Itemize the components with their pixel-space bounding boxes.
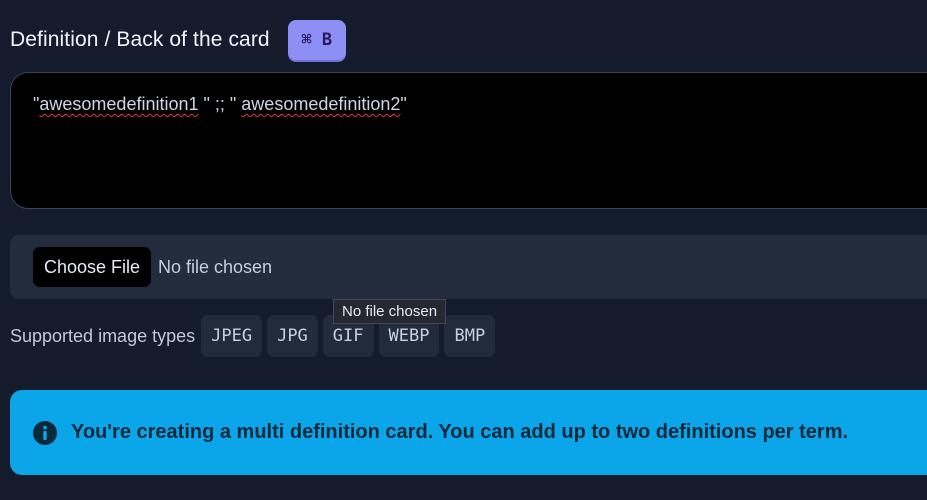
multi-definition-alert: You're creating a multi definition card.… <box>10 390 927 475</box>
info-circle-icon <box>31 419 59 447</box>
image-type-chip: BMP <box>444 315 496 357</box>
card-editor: Definition / Back of the card ⌘ B "aweso… <box>0 0 927 500</box>
alert-message: You're creating a multi definition card.… <box>71 421 849 443</box>
definition-text-part: " <box>400 94 407 114</box>
file-input[interactable]: Choose File No file chosen <box>10 235 927 299</box>
image-type-chip: JPEG <box>201 315 263 357</box>
misspelled-word: awesomedefinition1 <box>39 94 199 114</box>
file-tooltip: No file chosen <box>333 299 447 324</box>
misspelled-word: awesomedefinition2 <box>241 94 401 114</box>
definition-textarea[interactable]: " awesomedefinition1 " ;; " awesomedefini… <box>10 72 927 209</box>
shortcut-badge: ⌘ B <box>287 20 346 60</box>
image-type-chip: JPG <box>267 315 318 357</box>
file-status: No file chosen <box>158 256 273 277</box>
shortcut-text: ⌘ B <box>301 30 333 50</box>
definition-text-part: " ;; " <box>198 94 242 114</box>
choose-file-button[interactable]: Choose File <box>33 247 151 287</box>
image-types-label: Supported image types <box>10 325 196 346</box>
definition-label: Definition / Back of the card <box>10 28 270 51</box>
definition-label-row: Definition / Back of the card ⌘ B <box>10 20 346 60</box>
